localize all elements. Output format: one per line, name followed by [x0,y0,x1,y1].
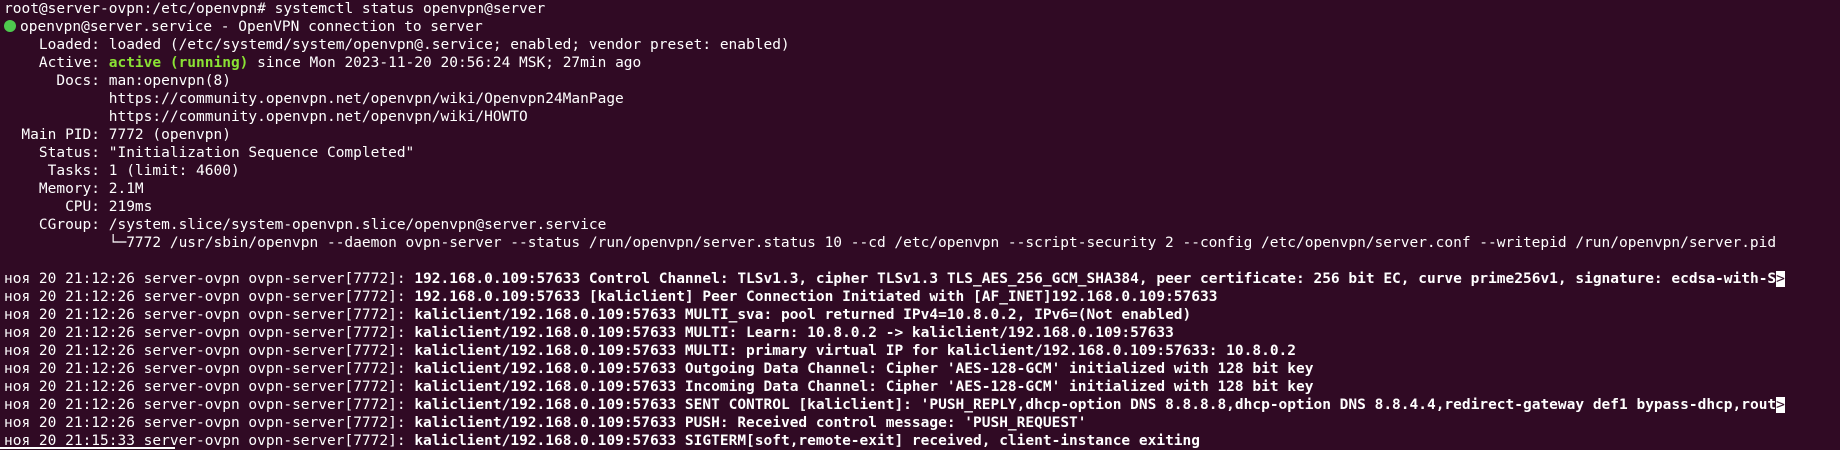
truncation-marker: > [1776,397,1785,413]
main-pid-line: Main PID: 7772 (openvpn) [4,126,1840,144]
truncation-marker: > [1776,271,1785,287]
journal-log: ноя 20 21:12:26 server-ovpn ovpn-server[… [4,270,1840,450]
docs-line: https://community.openvpn.net/openvpn/wi… [4,90,1840,108]
tasks-value: 1 (limit: 4600) [108,163,240,179]
journal-line: ноя 20 21:12:26 server-ovpn ovpn-server[… [4,342,1840,360]
cgroup-label: CGroup: [38,217,100,233]
cpu-label: CPU: [65,199,100,215]
journal-message: kaliclient/192.168.0.109:57633 MULTI: Le… [414,325,1174,341]
docs-line: Docs: man:openvpn(8) [4,72,1840,90]
active-state: active (running) [108,55,249,71]
journal-prefix: ноя 20 21:12:26 server-ovpn ovpn-server[… [4,361,415,377]
journal-prefix: ноя 20 21:12:26 server-ovpn ovpn-server[… [4,415,415,431]
journal-line: ноя 20 21:12:26 server-ovpn ovpn-server[… [4,270,1840,288]
cgroup-value: /system.slice/system-openvpn.slice/openv… [108,217,607,233]
loaded-label: Loaded: [38,37,100,53]
journal-prefix: ноя 20 21:12:26 server-ovpn ovpn-server[… [4,289,415,305]
docs-line: https://community.openvpn.net/openvpn/wi… [4,108,1840,126]
cgroup-process: └─7772 /usr/sbin/openvpn --daemon ovpn-s… [108,235,1777,251]
prompt-line: root@server-ovpn:/etc/openvpn# systemctl… [4,1,546,17]
main-pid-label: Main PID: [21,127,100,143]
tasks-line: Tasks: 1 (limit: 4600) [4,162,1840,180]
journal-prefix: ноя 20 21:12:26 server-ovpn ovpn-server[… [4,379,415,395]
cpu-line: CPU: 219ms [4,198,1840,216]
cpu-value: 219ms [108,199,153,215]
journal-prefix: ноя 20 21:12:26 server-ovpn ovpn-server[… [4,325,415,341]
journal-line: ноя 20 21:12:26 server-ovpn ovpn-server[… [4,306,1840,324]
journal-line: ноя 20 21:15:33 server-ovpn ovpn-server[… [4,432,1840,450]
journal-line: ноя 20 21:12:26 server-ovpn ovpn-server[… [4,324,1840,342]
journal-prefix: ноя 20 21:12:26 server-ovpn ovpn-server[… [4,271,415,287]
status-label: Status: [38,145,100,161]
journal-line: ноя 20 21:12:26 server-ovpn ovpn-server[… [4,288,1840,306]
journal-message: 192.168.0.109:57633 Control Channel: TLS… [414,271,1777,287]
journal-message: kaliclient/192.168.0.109:57633 SENT CONT… [414,397,1777,413]
status-dot-icon [4,20,16,32]
journal-prefix: ноя 20 21:12:26 server-ovpn ovpn-server[… [4,397,415,413]
cgroup-line: CGroup: /system.slice/system-openvpn.sli… [4,216,1840,234]
memory-label: Memory: [38,181,100,197]
docs-item: man:openvpn(8) [108,73,231,89]
tasks-label: Tasks: [47,163,100,179]
unit-header-text: openvpn@server.service - OpenVPN connect… [20,19,483,35]
memory-line: Memory: 2.1M [4,180,1840,198]
active-line: Active: active (running) since Mon 2023-… [4,54,1840,72]
docs-link[interactable]: https://community.openvpn.net/openvpn/wi… [109,109,528,125]
journal-line: ноя 20 21:12:26 server-ovpn ovpn-server[… [4,378,1840,396]
journal-message: kaliclient/192.168.0.109:57633 SIGTERM[s… [414,433,1200,449]
active-rest: since Mon 2023-11-20 20:56:24 MSK; 27min… [257,55,642,71]
journal-prefix: ноя 20 21:12:26 server-ovpn ovpn-server[… [4,343,415,359]
unit-header: openvpn@server.service - OpenVPN connect… [4,18,1840,36]
loaded-value: loaded (/etc/systemd/system/openvpn@.ser… [108,37,790,53]
docs-label: Docs: [56,73,100,89]
terminal-window[interactable]: root@server-ovpn:/etc/openvpn# systemctl… [0,0,1840,449]
journal-prefix: ноя 20 21:12:26 server-ovpn ovpn-server[… [4,307,415,323]
status-value: "Initialization Sequence Completed" [108,145,415,161]
journal-message: kaliclient/192.168.0.109:57633 PUSH: Rec… [414,415,1087,431]
status-line: Status: "Initialization Sequence Complet… [4,144,1840,162]
journal-line: ноя 20 21:12:26 server-ovpn ovpn-server[… [4,396,1840,414]
main-pid-value: 7772 (openvpn) [108,127,231,143]
cgroup-process-line: └─7772 /usr/sbin/openvpn --daemon ovpn-s… [4,234,1840,252]
memory-value: 2.1M [108,181,144,197]
journal-line: ноя 20 21:12:26 server-ovpn ovpn-server[… [4,360,1840,378]
journal-message: kaliclient/192.168.0.109:57633 Incoming … [414,379,1314,395]
journal-line: ноя 20 21:12:26 server-ovpn ovpn-server[… [4,414,1840,432]
journal-message: kaliclient/192.168.0.109:57633 Outgoing … [414,361,1314,377]
journal-message: kaliclient/192.168.0.109:57633 MULTI_sva… [414,307,1192,323]
journal-message: 192.168.0.109:57633 [kaliclient] Peer Co… [414,289,1218,305]
docs-link[interactable]: https://community.openvpn.net/openvpn/wi… [109,91,624,107]
journal-message: kaliclient/192.168.0.109:57633 MULTI: pr… [414,343,1297,359]
active-label: Active: [38,55,100,71]
loaded-line: Loaded: loaded (/etc/systemd/system/open… [4,36,1840,54]
